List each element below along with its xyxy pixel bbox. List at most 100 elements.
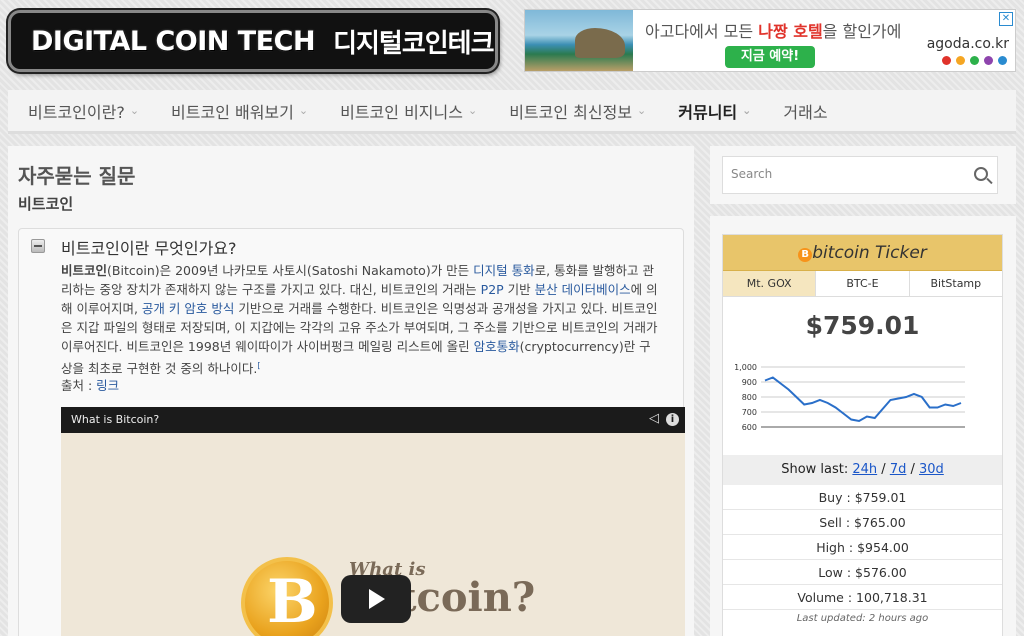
collapse-icon[interactable] bbox=[31, 239, 45, 253]
faq-item: 비트코인이란 무엇인가요? 비트코인(Bitcoin)은 2009년 나카모토 … bbox=[18, 228, 685, 636]
range-link-2[interactable]: 30d bbox=[919, 462, 944, 477]
faq-answer: 비트코인(Bitcoin)은 2009년 나카모토 사토시(Satoshi Na… bbox=[61, 261, 661, 378]
stat-label: Volume bbox=[797, 590, 844, 605]
chevron-down-icon: ⌄ bbox=[129, 104, 140, 117]
ad-dot bbox=[942, 56, 951, 65]
last-updated: Last updated: 2 hours ago bbox=[796, 613, 929, 624]
show-last-bar: Show last: 24h / 7d / 30d bbox=[723, 455, 1002, 485]
chevron-down-icon: ⌄ bbox=[298, 104, 309, 117]
ad-beach-image bbox=[525, 10, 633, 71]
chevron-down-icon: ⌄ bbox=[742, 104, 752, 117]
range-link-0[interactable]: 24h bbox=[852, 462, 877, 477]
bitcoin-coin-image: B bbox=[241, 557, 333, 636]
range-link-1[interactable]: 7d bbox=[890, 462, 907, 477]
search-input[interactable]: Search bbox=[722, 156, 998, 194]
price-chart-svg: 1,000 900 800 700 600 bbox=[734, 363, 965, 432]
logo-korean-text: 디지털코인테크 bbox=[333, 28, 494, 59]
sidebar: Search Bbitcoin Ticker Mt. GOX BTC-E BitSt… bbox=[710, 146, 1016, 636]
ticker-title: bitcoin Ticker bbox=[812, 243, 927, 263]
ad-domain: agoda.co.kr bbox=[926, 36, 1009, 52]
ticker-stat-row: Low : $576.00 bbox=[723, 560, 1002, 585]
answer-text: (Bitcoin)은 2009년 나카모토 사토시(Satoshi Nakamo… bbox=[107, 263, 474, 278]
stat-value: $954.00 bbox=[857, 540, 909, 555]
search-widget: Search bbox=[710, 146, 1016, 204]
price-series-line bbox=[764, 376, 962, 423]
share-icon[interactable]: ◁ bbox=[649, 411, 659, 426]
ad-brand-dots bbox=[942, 56, 1007, 65]
ticker-header: Bbitcoin Ticker bbox=[723, 235, 1002, 271]
answer-link[interactable]: P2P bbox=[481, 282, 504, 297]
faq-question[interactable]: 비트코인이란 무엇인가요? bbox=[61, 235, 237, 259]
section-title: 비트코인 bbox=[18, 195, 74, 213]
answer-link[interactable]: 분산 데이터베이스 bbox=[535, 282, 631, 297]
main-content: 자주묻는 질문 비트코인 비트코인이란 무엇인가요? 비트코인(Bitcoin)… bbox=[8, 146, 694, 636]
y-tick-label: 900 bbox=[742, 378, 757, 387]
stat-value: $759.01 bbox=[854, 490, 907, 505]
stat-label: Buy bbox=[818, 490, 843, 505]
nav-item-5[interactable]: 거래소 bbox=[763, 99, 839, 123]
exchange-tab-0[interactable]: Mt. GOX bbox=[723, 271, 817, 296]
answer-link[interactable]: 공개 키 암호 방식 bbox=[142, 301, 234, 316]
nav-item-2[interactable]: 비트코인 비지니스 ⌄ bbox=[320, 99, 489, 123]
show-last-label: Show last: bbox=[781, 462, 853, 477]
exchange-tab-2[interactable]: BitStamp bbox=[910, 271, 1002, 296]
page-title: 자주묻는 질문 bbox=[18, 164, 136, 188]
ticker-stat-row: High : $954.00 bbox=[723, 535, 1002, 560]
stat-value: $576.00 bbox=[855, 565, 907, 580]
answer-text: 기반 bbox=[503, 282, 535, 297]
y-tick-label: 700 bbox=[742, 408, 757, 417]
play-button[interactable] bbox=[341, 575, 411, 623]
ad-close-icon[interactable]: ✕ bbox=[999, 12, 1013, 26]
price-chart: 1,000 900 800 700 600 bbox=[723, 355, 1002, 455]
stat-label: High bbox=[816, 540, 845, 555]
nav-item-1[interactable]: 비트코인 배워보기 ⌄ bbox=[151, 99, 320, 123]
logo-english-text: DIGITAL COIN TECH bbox=[31, 25, 316, 57]
source-link[interactable]: 링크 bbox=[96, 378, 119, 393]
search-icon[interactable] bbox=[974, 167, 988, 181]
nav-item-label: 거래소 bbox=[783, 102, 828, 122]
ticker-widget: Bbitcoin Ticker Mt. GOX BTC-E BitStamp $75… bbox=[710, 216, 1016, 636]
ad-dot bbox=[956, 56, 965, 65]
nav-item-label: 비트코인 최신정보 bbox=[509, 102, 633, 122]
ad-dot bbox=[998, 56, 1007, 65]
ticker-stat-row: Buy : $759.01 bbox=[723, 485, 1002, 510]
exchange-tab-1[interactable]: BTC-E bbox=[816, 271, 910, 296]
bitcoin-ticker: Bbitcoin Ticker Mt. GOX BTC-E BitStamp $75… bbox=[722, 234, 1003, 636]
nav-item-label: 비트코인이란? bbox=[28, 102, 125, 122]
source-label: 출처 : bbox=[61, 378, 97, 393]
stat-label: Low bbox=[818, 565, 843, 580]
ticker-stat-row: Volume : 100,718.31 bbox=[723, 585, 1002, 610]
ad-dot bbox=[984, 56, 993, 65]
ticker-stat-row: Sell : $765.00 bbox=[723, 510, 1002, 535]
answer-link[interactable]: 디지털 통화 bbox=[473, 263, 534, 278]
answer-link[interactable]: 암호통화 bbox=[474, 339, 520, 354]
video-title[interactable]: What is Bitcoin? bbox=[71, 413, 159, 426]
stat-label: Sell bbox=[819, 515, 842, 530]
chevron-down-icon: ⌄ bbox=[637, 104, 647, 117]
nav-item-0[interactable]: 비트코인이란? ⌄ bbox=[8, 99, 151, 123]
stat-value: 100,718.31 bbox=[856, 590, 928, 605]
nav-item-4[interactable]: 커뮤니티 ⌄ bbox=[658, 99, 763, 123]
info-icon[interactable]: i bbox=[666, 413, 679, 426]
bitcoin-icon: B bbox=[798, 248, 813, 262]
ticker-price: $759.01 bbox=[805, 311, 920, 340]
nav-item-label: 비트코인 배워보기 bbox=[171, 102, 294, 122]
answer-text: [ bbox=[257, 361, 261, 370]
ad-book-button[interactable]: 지금 예약! bbox=[725, 46, 815, 68]
nav-item-label: 커뮤니티 bbox=[678, 102, 738, 122]
y-tick-label: 800 bbox=[742, 393, 757, 402]
faq-source: 출처 : 링크 bbox=[61, 375, 119, 394]
exchange-tabs: Mt. GOX BTC-E BitStamp bbox=[723, 271, 1002, 297]
ad-headline: 아고다에서 모든 나짱 호텔을 할인가에 bbox=[645, 22, 902, 41]
video-title-bar: What is Bitcoin? ◁ i bbox=[61, 407, 685, 433]
video-player[interactable]: What is Bitcoin? ◁ i B What is Bitcoin? bbox=[61, 407, 685, 636]
nav-item-label: 비트코인 비지니스 bbox=[340, 102, 463, 122]
banner-ad[interactable]: 아고다에서 모든 나짱 호텔을 할인가에 지금 예약! agoda.co.kr … bbox=[524, 9, 1016, 72]
nav-item-3[interactable]: 비트코인 최신정보 ⌄ bbox=[489, 99, 658, 123]
y-tick-label: 600 bbox=[742, 423, 757, 432]
stat-value: $765.00 bbox=[854, 515, 906, 530]
chevron-down-icon: ⌄ bbox=[467, 104, 478, 117]
site-logo[interactable]: DIGITAL COIN TECH 디지털코인테크 bbox=[8, 10, 498, 72]
ad-dot bbox=[970, 56, 979, 65]
main-nav: 비트코인이란? ⌄ 비트코인 배워보기 ⌄ 비트코인 비지니스 ⌄ 비트코인 최신정보 ⌄ 커뮤… bbox=[8, 90, 1016, 134]
